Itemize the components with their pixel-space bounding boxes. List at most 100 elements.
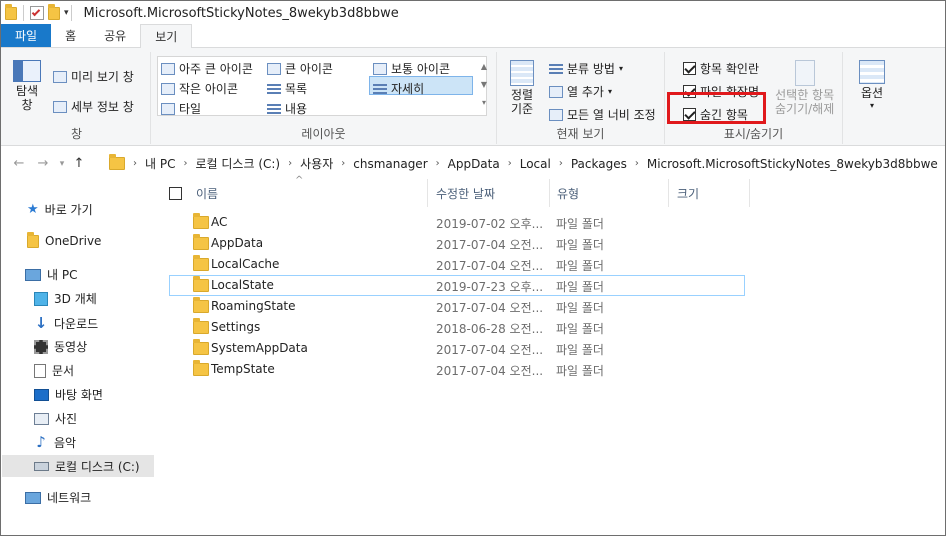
explorer-window: ▾ Microsoft.MicrosoftStickyNotes_8wekyb3…	[0, 0, 946, 536]
column-name-header[interactable]: 이름	[169, 179, 427, 207]
title-bar: ▾ Microsoft.MicrosoftStickyNotes_8wekyb3…	[1, 1, 945, 25]
breadcrumb[interactable]: › 내 PC › 로컬 디스크 (C:) › 사용자 › chsmanager …	[109, 152, 945, 175]
nav-quick-access[interactable]: ★ 바로 가기	[27, 201, 93, 218]
layout-label: 작은 아이콘	[179, 82, 239, 96]
back-icon[interactable]: ←	[7, 156, 31, 171]
breadcrumb-separator-icon: ›	[558, 158, 563, 169]
layout-large-icons[interactable]: 큰 아이콘	[267, 60, 333, 77]
highlight-box	[667, 92, 766, 124]
nav-label: OneDrive	[45, 234, 102, 248]
tab-share[interactable]: 공유	[90, 24, 140, 47]
download-arrow-icon: ↓	[34, 314, 48, 332]
table-row[interactable]: TempState 2017-07-04 오전... 파일 폴더	[169, 359, 745, 380]
size-columns-button[interactable]: 모든 열 너비 조정	[549, 106, 656, 123]
group-by-button[interactable]: 분류 방법 ▾	[549, 60, 623, 77]
column-size-header[interactable]: 크기	[677, 179, 699, 207]
tab-home[interactable]: 홈	[51, 24, 90, 47]
up-icon[interactable]: ↑	[69, 156, 89, 171]
forward-icon[interactable]: →	[31, 156, 55, 171]
tab-view[interactable]: 보기	[140, 24, 193, 48]
breadcrumb-item[interactable]: 사용자	[300, 155, 333, 172]
onedrive-folder-icon	[27, 231, 39, 248]
breadcrumb-item[interactable]: Microsoft.MicrosoftStickyNotes_8wekyb3d8…	[647, 157, 938, 171]
column-divider[interactable]	[668, 179, 669, 207]
layout-tiles[interactable]: 타일	[161, 100, 201, 117]
nav-pictures[interactable]: 사진	[34, 410, 77, 427]
layout-content[interactable]: 내용	[267, 100, 307, 117]
hide-selected-icon	[794, 60, 815, 86]
table-row[interactable]: Settings 2018-06-28 오전... 파일 폴더	[169, 317, 745, 338]
layout-details[interactable]: 자세히	[373, 80, 424, 97]
options-button[interactable]: 옵션 ▾	[859, 60, 885, 110]
nav-label: 내 PC	[47, 268, 78, 282]
checkbox-checked[interactable]	[683, 62, 696, 75]
window-title: Microsoft.MicrosoftStickyNotes_8wekyb3d8…	[83, 5, 399, 21]
add-columns-label: 열 추가	[567, 85, 604, 99]
file-type: 파일 폴더	[556, 280, 604, 294]
breadcrumb-item[interactable]: Local	[520, 157, 551, 171]
nav-label: 음악	[54, 435, 77, 450]
breadcrumb-item[interactable]: 내 PC	[145, 155, 175, 172]
nav-documents[interactable]: 문서	[34, 362, 74, 379]
column-date-header[interactable]: 수정한 날짜	[436, 179, 495, 207]
table-row[interactable]: SystemAppData 2017-07-04 오전... 파일 폴더	[169, 338, 745, 359]
nav-network[interactable]: 네트워크	[25, 489, 91, 506]
layout-small-icons[interactable]: 작은 아이콘	[161, 80, 238, 97]
column-divider[interactable]	[549, 179, 550, 207]
details-pane-button[interactable]: 세부 정보 창	[53, 98, 134, 115]
item-checkboxes-toggle[interactable]: 항목 확인란	[683, 60, 759, 77]
breadcrumb-item[interactable]: 로컬 디스크 (C:)	[195, 155, 280, 172]
customize-qa-icon[interactable]: ▾	[64, 8, 69, 18]
nav-onedrive[interactable]: OneDrive	[27, 231, 102, 248]
breadcrumb-item[interactable]: chsmanager	[353, 157, 427, 171]
layout-medium-icons[interactable]: 보통 아이콘	[373, 60, 450, 77]
nav-pane-button[interactable]: 탐색 창	[13, 60, 41, 112]
add-columns-button[interactable]: 열 추가 ▾	[549, 83, 612, 100]
layout-extra-large-icons[interactable]: 아주 큰 아이콘	[161, 60, 253, 77]
nav-label: 바탕 화면	[55, 388, 103, 402]
file-date: 2017-07-04 오전...	[436, 343, 544, 357]
table-row[interactable]: LocalCache 2017-07-04 오전... 파일 폴더	[169, 254, 745, 275]
file-date: 2017-07-04 오전...	[436, 238, 544, 252]
details-pane-icon	[53, 100, 67, 113]
sort-by-button[interactable]: 정렬 기준	[507, 60, 537, 116]
nav-3d-objects[interactable]: 3D 개체	[34, 290, 97, 307]
layout-list[interactable]: 목록	[267, 80, 307, 97]
properties-icon[interactable]	[30, 6, 44, 20]
file-type: 파일 폴더	[556, 259, 604, 273]
preview-pane-button[interactable]: 미리 보기 창	[53, 68, 134, 85]
options-icon	[859, 60, 885, 84]
nav-pane-icon	[13, 60, 41, 82]
file-name: RoamingState	[211, 299, 296, 313]
folder-icon	[193, 234, 209, 250]
new-folder-icon[interactable]	[48, 3, 60, 20]
desktop-icon	[34, 388, 49, 401]
nav-downloads[interactable]: ↓ 다운로드	[34, 314, 98, 332]
table-row[interactable]: RoamingState 2017-07-04 오전... 파일 폴더	[169, 296, 745, 317]
gallery-scroll[interactable]: ▲ ▼ ▾	[479, 58, 489, 116]
select-all-checkbox[interactable]	[169, 186, 182, 200]
hide-selected-button[interactable]: 선택한 항목 숨기기/해제	[775, 60, 834, 116]
column-divider[interactable]	[427, 179, 428, 207]
medium-icons-icon	[373, 62, 387, 75]
document-icon	[34, 363, 46, 378]
table-row[interactable]: AC 2019-07-02 오후... 파일 폴더	[169, 212, 745, 233]
table-row[interactable]: AppData 2017-07-04 오전... 파일 폴더	[169, 233, 745, 254]
file-name: SystemAppData	[211, 341, 308, 355]
breadcrumb-item[interactable]: Packages	[571, 157, 627, 171]
nav-this-pc[interactable]: 내 PC	[25, 266, 77, 283]
large-icons-icon	[267, 62, 281, 75]
nav-music[interactable]: ♪ 음악	[34, 433, 76, 451]
nav-desktop[interactable]: 바탕 화면	[34, 386, 103, 403]
column-type-header[interactable]: 유형	[557, 179, 579, 207]
table-row-selected[interactable]: LocalState 2019-07-23 오후... 파일 폴더	[169, 275, 745, 296]
tab-file[interactable]: 파일	[1, 24, 52, 47]
nav-videos[interactable]: 동영상	[34, 338, 87, 355]
details-icon	[373, 82, 387, 95]
file-date: 2017-07-04 오전...	[436, 364, 544, 378]
file-date: 2017-07-04 오전...	[436, 259, 544, 273]
breadcrumb-item[interactable]: AppData	[448, 157, 500, 171]
recent-locations-icon[interactable]: ▾	[55, 159, 69, 169]
nav-local-disk[interactable]: 로컬 디스크 (C:)	[2, 455, 154, 477]
column-divider[interactable]	[749, 179, 750, 207]
